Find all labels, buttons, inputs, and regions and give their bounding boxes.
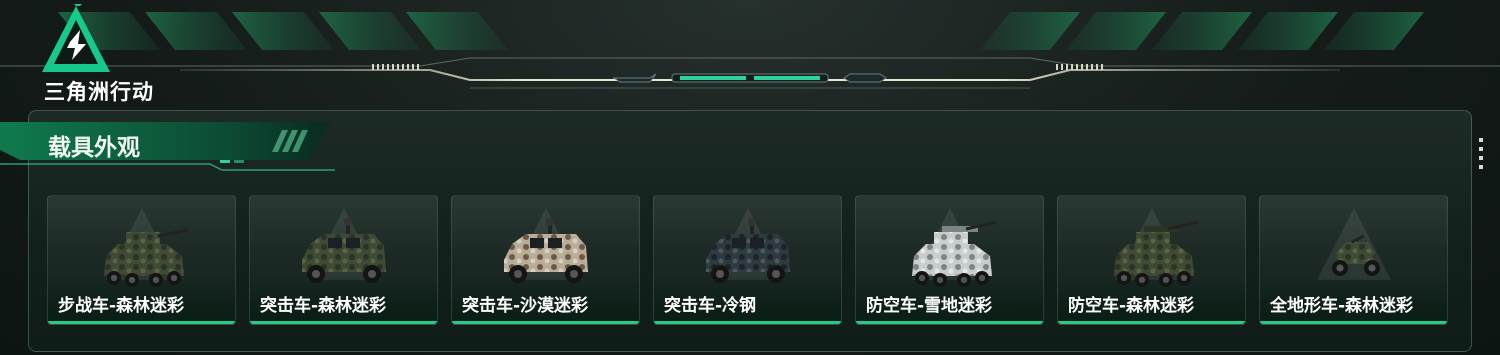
vehicle-name: 步战车-森林迷彩 xyxy=(58,296,185,316)
right-stripes xyxy=(980,12,1424,50)
app-title: 三角洲行动 xyxy=(44,80,154,104)
selection-bar xyxy=(1260,321,1447,324)
selection-bar xyxy=(1058,321,1245,324)
selection-bar xyxy=(48,321,235,324)
vehicle-card[interactable]: 突击车-沙漠迷彩 xyxy=(451,195,640,325)
selection-bar xyxy=(654,321,841,324)
vehicle-card[interactable]: 突击车-森林迷彩 xyxy=(249,195,438,325)
vehicle-card[interactable]: 突击车-冷钢 xyxy=(653,195,842,325)
vehicle-name: 全地形车-森林迷彩 xyxy=(1270,296,1414,316)
vehicle-name: 防空车-雪地迷彩 xyxy=(866,296,993,316)
triangle-bolt-icon xyxy=(42,4,110,72)
vehicle-card[interactable]: 步战车-森林迷彩 xyxy=(47,195,236,325)
vehicle-card[interactable]: 全地形车-森林迷彩 xyxy=(1259,195,1448,325)
vehicle-name: 突击车-森林迷彩 xyxy=(260,296,387,316)
section-title: 载具外观 xyxy=(48,135,140,161)
selection-bar xyxy=(856,321,1043,324)
vehicle-name: 防空车-森林迷彩 xyxy=(1068,296,1195,316)
vehicle-card[interactable]: 防空车-森林迷彩 xyxy=(1057,195,1246,325)
vehicle-list: 步战车-森林迷彩 突击车-森林迷彩 突击车-沙漠迷彩 突击车-冷钢 防空车-雪地迷彩 防空… xyxy=(47,195,1449,325)
game-logo: 三角洲行动 xyxy=(40,4,190,104)
vehicle-name: 突击车-沙漠迷彩 xyxy=(462,296,589,316)
selection-bar xyxy=(452,321,639,324)
selection-bar xyxy=(250,321,437,324)
scroll-indicator xyxy=(1479,138,1483,178)
vehicle-name: 突击车-冷钢 xyxy=(664,296,757,316)
vehicle-card[interactable]: 防空车-雪地迷彩 xyxy=(855,195,1044,325)
header: 三角洲行动 xyxy=(0,0,1500,104)
header-decoration xyxy=(0,12,1500,89)
